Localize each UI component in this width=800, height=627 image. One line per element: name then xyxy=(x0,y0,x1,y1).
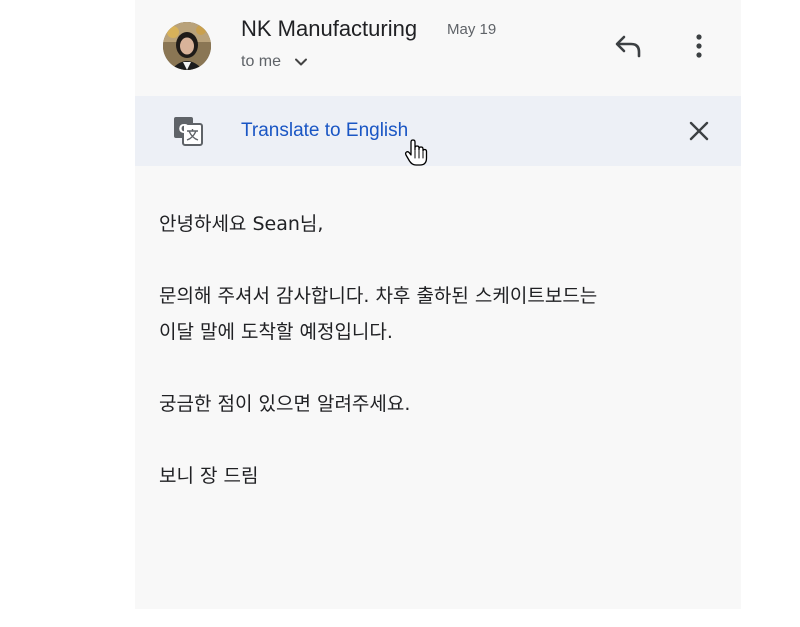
chevron-down-icon xyxy=(295,58,308,66)
recipient-details-toggle[interactable]: to me xyxy=(241,53,309,71)
email-body: 안녕하세요 Sean님, 문의해 주셔서 감사합니다. 차후 출하된 스케이트보… xyxy=(159,206,719,530)
translate-bar: G Translate to English xyxy=(135,96,741,166)
close-translate-button[interactable] xyxy=(688,120,710,142)
email-view: NK Manufacturing May 19 to me G Translat… xyxy=(135,0,741,609)
sender-name: NK Manufacturing xyxy=(241,16,418,41)
email-header: NK Manufacturing May 19 to me xyxy=(135,0,741,96)
hand-pointer-icon xyxy=(403,138,429,168)
close-icon xyxy=(689,121,709,141)
greeting: 안녕하세요 Sean님, xyxy=(159,213,324,235)
reply-icon xyxy=(615,35,641,58)
translate-to-english-link[interactable]: Translate to English xyxy=(241,120,408,142)
reply-button[interactable] xyxy=(613,32,645,60)
paragraph-line: 문의해 주셔서 감사합니다. 차후 출하된 스케이트보드는 xyxy=(159,285,598,307)
more-vert-icon xyxy=(696,34,702,58)
signoff: 보니 장 드림 xyxy=(159,465,259,487)
svg-text:G: G xyxy=(179,122,189,136)
recipient-label: to me xyxy=(241,53,282,70)
google-translate-icon: G xyxy=(173,116,203,146)
paragraph-shipment: 문의해 주셔서 감사합니다. 차후 출하된 스케이트보드는 이달 말에 도착할 … xyxy=(159,278,719,350)
more-options-button[interactable] xyxy=(689,32,709,60)
paragraph-line: 이달 말에 도착할 예정입니다. xyxy=(159,321,393,343)
avatar-photo xyxy=(163,22,211,70)
sender-avatar[interactable] xyxy=(163,22,211,70)
email-date: May 19 xyxy=(447,21,497,38)
paragraph-questions: 궁금한 점이 있으면 알려주세요. xyxy=(159,393,411,415)
